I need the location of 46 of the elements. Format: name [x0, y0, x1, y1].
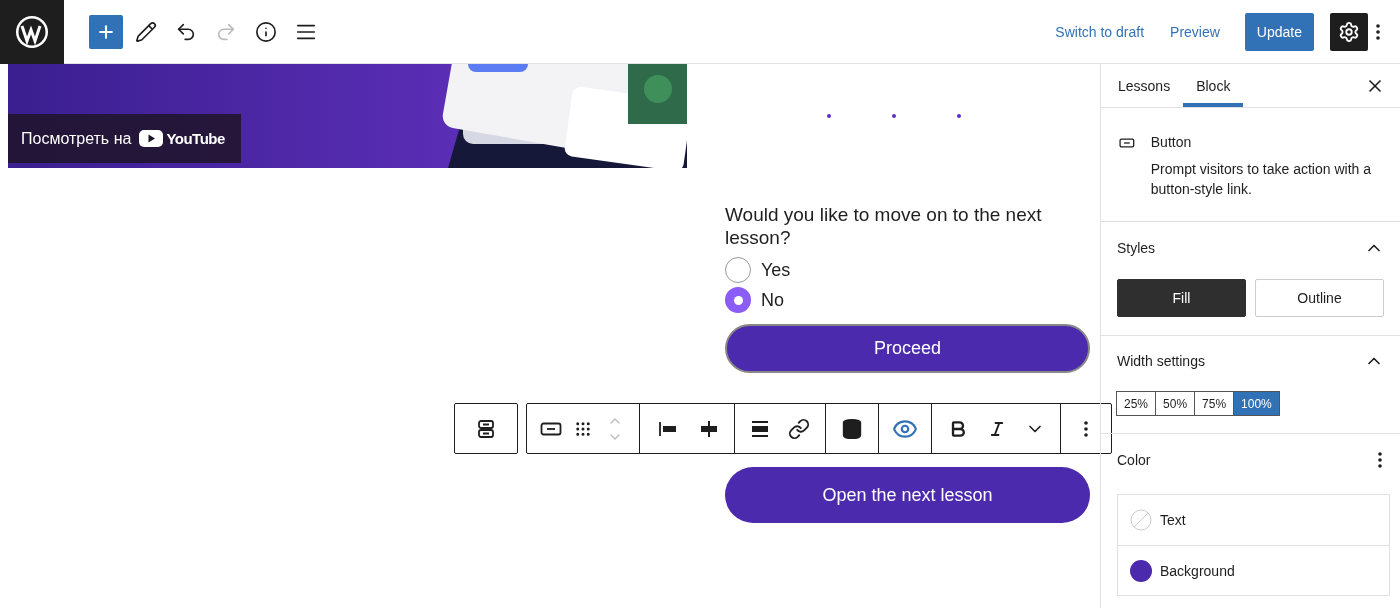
settings-icon: [1338, 20, 1360, 43]
settings-button[interactable]: [1330, 12, 1368, 51]
style-option[interactable]: Outline: [1255, 279, 1384, 317]
wordpress-logo[interactable]: [14, 13, 50, 50]
database-icon: [841, 417, 863, 440]
panel-title: Color: [1117, 452, 1151, 468]
update-button[interactable]: Update: [1244, 12, 1314, 51]
radio-button[interactable]: [725, 287, 751, 313]
width-option[interactable]: 100%: [1233, 391, 1280, 416]
info-icon: [255, 20, 277, 43]
no-color-icon: [1130, 509, 1152, 531]
more-icon: [1376, 23, 1380, 40]
play-icon: [139, 130, 164, 147]
more-options-button[interactable]: [1376, 23, 1380, 40]
drag-handle-icon: [574, 419, 592, 438]
next-lesson-button[interactable]: Open the next lesson: [725, 467, 1090, 523]
block-description: Prompt visitors to take action with a button-style link.: [1150, 160, 1372, 199]
width-option[interactable]: 50%: [1155, 391, 1196, 416]
more-icon: [1378, 452, 1382, 468]
block-name: Button: [1150, 134, 1193, 150]
pencil-icon: [135, 20, 157, 43]
question-text: Would you like to move on to the next lesson?: [725, 203, 1043, 249]
proceed-button[interactable]: Proceed: [725, 324, 1090, 373]
option-label[interactable]: Yes: [761, 259, 791, 281]
header-link[interactable]: Preview: [1161, 15, 1229, 48]
watch-label: Посмотреть на: [21, 129, 132, 148]
panel-title: Width settings: [1117, 353, 1205, 369]
transform-icon: [475, 417, 497, 440]
option-label[interactable]: No: [761, 289, 784, 311]
panel-title: Styles: [1117, 240, 1156, 256]
radio-button[interactable]: [725, 257, 751, 283]
link-icon: [788, 417, 810, 440]
sidebar-tab[interactable]: Block: [1183, 64, 1244, 107]
button-block-icon: [540, 421, 562, 436]
watch-overlay[interactable]: Посмотреть на YouTube: [8, 114, 241, 163]
width-option[interactable]: 25%: [1116, 391, 1157, 416]
brand-label: YouTube: [139, 130, 225, 147]
header-link[interactable]: Switch to draft: [1046, 15, 1154, 48]
button-block-icon: [1119, 136, 1135, 150]
italic-icon: [988, 419, 1006, 438]
add-block-button[interactable]: [89, 14, 123, 49]
width-option[interactable]: 75%: [1194, 391, 1235, 416]
logo-tile[interactable]: [0, 0, 64, 64]
style-option[interactable]: Fill: [1117, 279, 1246, 317]
more-icon: [1084, 420, 1088, 437]
sidebar-tab[interactable]: Lessons: [1105, 64, 1184, 107]
